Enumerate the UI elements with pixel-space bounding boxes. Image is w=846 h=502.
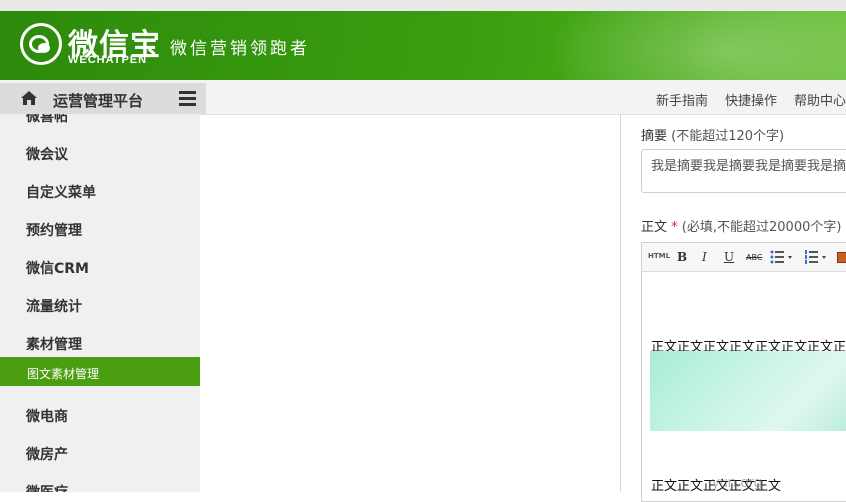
bold-button[interactable]: B <box>677 250 687 264</box>
abstract-label: 摘要 (不能超过120个字) <box>641 125 784 144</box>
navbar: 运营管理平台 新手指南 快捷操作 帮助中心 <box>0 80 846 115</box>
sidebar: 微喜帖 微会议 自定义菜单 预约管理 微信CRM 流量统计 素材管理 图文素材管… <box>0 114 200 492</box>
body-label: 正文 * (必填,不能超过20000个字) <box>641 216 841 235</box>
sidebar-item-wedding[interactable]: 微喜帖 <box>26 114 68 126</box>
header: 微信宝 WECHATPEN 微信营销领跑者 <box>0 11 846 80</box>
link-help-center[interactable]: 帮助中心 <box>794 94 846 109</box>
platform-title: 运营管理平台 <box>53 92 144 110</box>
sidebar-item-meeting[interactable]: 微会议 <box>26 144 68 164</box>
required-mark: * <box>671 220 678 235</box>
home-icon[interactable] <box>20 90 38 106</box>
logo-subtext: WECHATPEN <box>68 54 148 66</box>
platform-bar: 运营管理平台 <box>0 83 206 114</box>
numbered-list-icon[interactable] <box>804 249 828 265</box>
sidebar-item-label: 图文素材管理 <box>27 367 100 381</box>
top-links: 新手指南 快捷操作 帮助中心 <box>656 90 846 109</box>
abstract-value: 我是摘要我是摘要我是摘要我是摘要 <box>651 159 846 174</box>
body-label-text: 正文 <box>641 220 668 235</box>
watermark: yun.org <box>712 474 763 491</box>
sidebar-item-materials[interactable]: 素材管理 <box>26 334 82 354</box>
sidebar-item-traffic[interactable]: 流量统计 <box>26 296 82 316</box>
link-beginner-guide[interactable]: 新手指南 <box>656 94 708 109</box>
wechat-logo-icon <box>20 23 62 65</box>
content-image <box>650 351 846 431</box>
sidebar-item-ecommerce[interactable]: 微电商 <box>26 406 68 426</box>
abstract-textarea[interactable]: 我是摘要我是摘要我是摘要我是摘要 <box>641 149 846 193</box>
sidebar-item-booking[interactable]: 预约管理 <box>26 220 82 240</box>
html-source-button[interactable]: HTML <box>648 252 670 260</box>
menu-toggle-icon[interactable] <box>179 91 196 106</box>
editor-toolbar: HTML B I U ABC <box>642 243 846 272</box>
sidebar-item-custom-menu[interactable]: 自定义菜单 <box>26 182 96 202</box>
sidebar-item-crm[interactable]: 微信CRM <box>26 258 89 278</box>
insert-image-icon[interactable] <box>837 252 846 263</box>
header-decoration <box>546 11 846 80</box>
slogan: 微信营销领跑者 <box>170 39 310 59</box>
sidebar-item-medical[interactable]: 微医疗 <box>26 482 68 492</box>
italic-button[interactable]: I <box>702 250 707 264</box>
underline-button[interactable]: U <box>724 250 734 264</box>
strikethrough-button[interactable]: ABC <box>746 253 762 262</box>
body-hint: (必填,不能超过20000个字) <box>681 220 842 235</box>
abstract-label-text: 摘要 <box>641 129 668 144</box>
abstract-hint: (不能超过120个字) <box>671 129 785 144</box>
panel-divider <box>620 114 621 492</box>
sidebar-item-realestate[interactable]: 微房产 <box>26 444 68 464</box>
link-quick-actions[interactable]: 快捷操作 <box>725 94 777 109</box>
sidebar-item-graphic-materials[interactable]: 图文素材管理 <box>0 357 200 386</box>
bullet-list-icon[interactable] <box>770 249 794 265</box>
rich-text-editor[interactable]: HTML B I U ABC 正文正文正文正文正文正文正文正文 正文正文正文正文… <box>641 242 846 502</box>
